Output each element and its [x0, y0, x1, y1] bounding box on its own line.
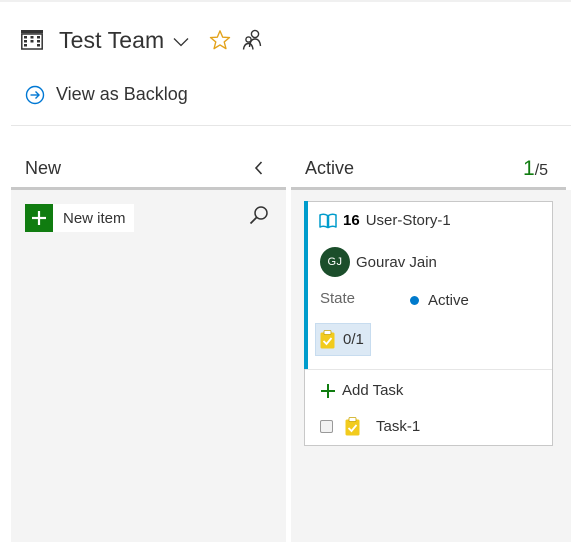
state-value-text: Active — [428, 292, 469, 309]
column-new — [11, 190, 286, 542]
state-value[interactable]: Active — [410, 292, 469, 309]
child-progress-text: 0/1 — [343, 331, 364, 348]
wip-current: 1 — [523, 157, 535, 180]
wip-limit: /5 — [534, 162, 549, 179]
new-item-label: New item — [63, 209, 126, 227]
state-dot-icon — [410, 296, 419, 305]
book-icon — [319, 213, 337, 228]
task-clipboard-icon — [320, 330, 335, 349]
avatar: GJ — [320, 247, 350, 277]
people-icon[interactable] — [242, 29, 262, 51]
view-as-backlog-label: View as Backlog — [56, 84, 188, 104]
assignee-name: Gourav Jain — [356, 253, 437, 271]
header-divider — [11, 125, 571, 126]
view-as-backlog-link[interactable]: View as Backlog — [25, 84, 188, 105]
column-title-active: Active — [305, 158, 355, 178]
plus-icon — [321, 383, 335, 398]
board-grid-icon — [21, 30, 43, 50]
add-task-button[interactable]: Add Task — [320, 382, 403, 399]
work-item-id: 16 — [343, 212, 360, 229]
state-label: State — [320, 290, 356, 307]
child-progress-button[interactable]: 0/1 — [315, 323, 371, 356]
team-name[interactable]: Test Team — [59, 27, 164, 54]
task-row: Task-1 — [320, 417, 420, 436]
card-type-accent — [304, 201, 308, 369]
task-checkbox[interactable] — [320, 420, 333, 433]
star-icon[interactable] — [209, 29, 231, 51]
card-title[interactable]: 16 User-Story-1 — [319, 212, 451, 229]
card-divider — [305, 369, 552, 370]
board-header: Test Team — [20, 24, 262, 56]
arrow-circle-right-icon — [25, 85, 45, 104]
chevron-left-icon[interactable] — [252, 160, 266, 176]
wip-count: 1/5 — [523, 157, 548, 181]
work-item-title: User-Story-1 — [365, 212, 451, 229]
card-assignee[interactable]: GJ Gourav Jain — [320, 247, 437, 277]
task-clipboard-icon — [345, 417, 360, 436]
add-task-label: Add Task — [342, 382, 404, 399]
new-item-button[interactable]: New item — [25, 204, 134, 232]
top-rule — [0, 0, 571, 2]
plus-icon — [25, 204, 53, 232]
task-title[interactable]: Task-1 — [376, 418, 420, 435]
search-icon[interactable] — [249, 205, 269, 225]
chevron-down-icon[interactable] — [173, 37, 189, 47]
column-title-new: New — [25, 158, 62, 178]
